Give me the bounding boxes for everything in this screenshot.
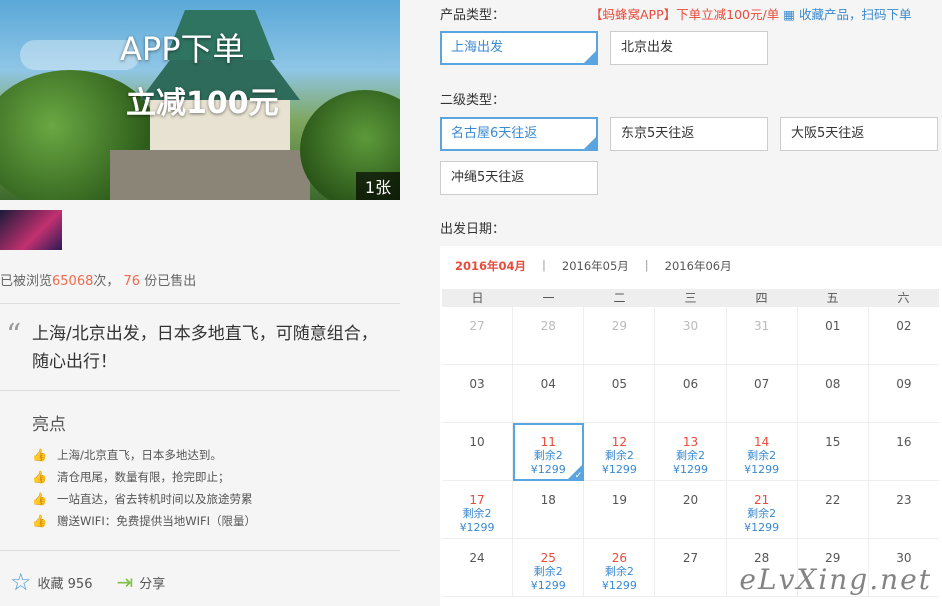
booking-panel: 产品类型： 【蚂蜂窝APP】下单立减100元/单 ▦ 收藏产品，扫码下单 上海出… — [440, 0, 942, 606]
calendar-day: 23 — [868, 481, 939, 539]
action-bar: ☆ 收藏 956 ⇥ 分享 — [10, 568, 189, 596]
calendar-day-available[interactable]: 26 剩余2 ¥1299 — [584, 539, 656, 597]
type-option-beijing[interactable]: 北京出发 — [610, 31, 768, 65]
subtype-option-tokyo[interactable]: 东京5天往返 — [610, 117, 768, 151]
calendar-day: 27 — [655, 539, 727, 597]
calendar-day: 28 — [513, 307, 585, 365]
thumbs-up-icon: 👍 — [32, 447, 47, 462]
calendar-day-available[interactable]: 21 剩余2 ¥1299 — [726, 481, 798, 539]
hero-promo-line1: APP下单 — [120, 30, 245, 68]
subtype-option-osaka[interactable]: 大阪5天往返 — [780, 117, 938, 151]
calendar-day: 22 — [797, 481, 869, 539]
gallery-thumbnail[interactable] — [0, 210, 62, 250]
castle-wall-shape — [110, 150, 310, 200]
favorite-button[interactable]: ☆ 收藏 956 — [10, 568, 92, 596]
calendar-day: 07 — [726, 365, 798, 423]
weekday: 六 — [897, 291, 910, 305]
tab-month-2016-04[interactable]: 2016年04月 — [455, 258, 526, 274]
thumbs-up-icon: 👍 — [32, 491, 47, 506]
weekday: 五 — [826, 291, 839, 305]
tab-month-2016-06[interactable]: 2016年06月 — [665, 258, 732, 274]
check-icon: ✓ — [574, 471, 583, 481]
month-separator: | — [644, 258, 649, 272]
check-icon: ✓ — [588, 46, 596, 56]
calendar-week-row: 17 剩余2 ¥1299 18 19 20 21 剩余2 ¥1299 22 23 — [442, 481, 939, 539]
app-promo-bar: 【蚂蜂窝APP】下单立减100元/单 ▦ 收藏产品，扫码下单 — [590, 4, 912, 23]
calendar-day: 18 — [513, 481, 585, 539]
calendar-week-row: 27 28 29 30 31 01 02 — [442, 307, 939, 365]
favorite-scan-link[interactable]: 收藏产品，扫码下单 — [799, 7, 912, 22]
share-icon: ⇥ — [116, 570, 134, 594]
calendar-day: 29 — [584, 307, 656, 365]
calendar-day: 01 — [797, 307, 869, 365]
subtype-label: 二级类型： — [440, 93, 506, 108]
calendar-day: 20 — [655, 481, 727, 539]
product-type-label: 产品类型： — [440, 8, 506, 23]
highlight-item: 👍 清仓甩尾，数量有限，抢完即止； — [32, 469, 230, 484]
calendar-day: 10 — [442, 423, 514, 481]
highlights-list: 👍 上海/北京直飞，日本多地达到。 👍 清仓甩尾，数量有限，抢完即止； 👍 一站直达，… — [32, 444, 256, 532]
product-tagline: 上海/北京出发，日本多地直飞，可随意组合，随心出行！ — [32, 324, 378, 372]
star-icon: ☆ — [10, 568, 32, 596]
calendar-day-available[interactable]: 14 剩余2 ¥1299 — [726, 423, 798, 481]
hero-image[interactable]: APP下单 立减100元 1张 — [0, 0, 400, 200]
calendar-week-row: 10 11 剩余2 ¥1299 ✓ 12 剩余2 ¥1299 13 剩余2 ¥1299 14 剩… — [442, 423, 939, 481]
month-tabs: 2016年04月 | 2016年05月 | 2016年06月 — [455, 258, 732, 274]
thumbs-up-icon: 👍 — [32, 469, 47, 484]
calendar-day-available[interactable]: 12 剩余2 ¥1299 — [584, 423, 656, 481]
app-promo-link[interactable]: 【蚂蜂窝APP】下单立减100元/单 — [590, 7, 779, 22]
weekday-header: 日 一 二 三 四 五 六 — [442, 289, 939, 307]
calendar-day-available[interactable]: 13 剩余2 ¥1299 — [655, 423, 727, 481]
calendar-day: 08 — [797, 365, 869, 423]
quote-icon: “ — [6, 318, 22, 353]
calendar-day: 05 — [584, 365, 656, 423]
divider — [0, 390, 400, 391]
calendar-day: 24 — [442, 539, 514, 597]
divider — [0, 303, 400, 304]
highlight-item: 👍 赠送WIFI：免费提供当地WIFI（限量） — [32, 513, 257, 528]
weekday: 三 — [684, 291, 697, 305]
calendar-day: 31 — [726, 307, 798, 365]
departure-date-label: 出发日期： — [440, 222, 506, 237]
weekday: 四 — [755, 291, 768, 305]
month-separator: | — [542, 258, 546, 272]
calendar-day: 06 — [655, 365, 727, 423]
calendar-day: 02 — [868, 307, 939, 365]
calendar-day-available[interactable]: 11 剩余2 ¥1299 ✓ — [513, 423, 585, 481]
departure-calendar: 2016年04月 | 2016年05月 | 2016年06月 日 一 二 三 四… — [440, 246, 942, 606]
tab-month-2016-05[interactable]: 2016年05月 — [562, 258, 629, 274]
divider — [0, 550, 400, 551]
calendar-day: 27 — [442, 307, 514, 365]
weekday: 日 — [471, 291, 484, 305]
weekday: 一 — [542, 291, 555, 305]
calendar-day-available[interactable]: 25 剩余2 ¥1299 — [513, 539, 585, 597]
product-gallery-panel: APP下单 立减100元 1张 已被浏览65068次， 76 份已售出 “ 上海… — [0, 0, 400, 606]
calendar-day: 04 — [513, 365, 585, 423]
calendar-day: 16 — [868, 423, 939, 481]
photo-count-badge[interactable]: 1张 — [356, 172, 400, 200]
calendar-week-row: 03 04 05 06 07 08 09 — [442, 365, 939, 423]
highlight-item: 👍 上海/北京直飞，日本多地达到。 — [32, 447, 222, 462]
highlights-title: 亮点 — [32, 415, 66, 435]
thumbs-up-icon: 👍 — [32, 513, 47, 528]
calendar-day: 30 — [655, 307, 727, 365]
highlight-item: 👍 一站直达，省去转机时间以及旅途劳累 — [32, 491, 253, 506]
calendar-day: 03 — [442, 365, 514, 423]
weekday: 二 — [613, 291, 626, 305]
subtype-option-okinawa[interactable]: 冲绳5天往返 — [440, 161, 598, 195]
hero-promo-line2: 立减100元 — [126, 86, 279, 121]
subtype-option-nagoya[interactable]: 名古屋6天往返 ✓ — [440, 117, 598, 151]
view-sold-stats: 已被浏览65068次， 76 份已售出 — [0, 274, 197, 289]
watermark: eLvXing.net — [739, 563, 932, 596]
qr-icon: ▦ — [783, 7, 795, 22]
check-icon: ✓ — [588, 132, 596, 142]
calendar-day: 09 — [868, 365, 939, 423]
type-option-shanghai[interactable]: 上海出发 ✓ — [440, 31, 598, 65]
calendar-day: 19 — [584, 481, 656, 539]
calendar-day-available[interactable]: 17 剩余2 ¥1299 — [442, 481, 514, 539]
calendar-grid: 27 28 29 30 31 01 02 03 04 05 06 07 08 0… — [442, 307, 939, 597]
calendar-day: 15 — [797, 423, 869, 481]
share-button[interactable]: ⇥ 分享 — [116, 570, 165, 594]
